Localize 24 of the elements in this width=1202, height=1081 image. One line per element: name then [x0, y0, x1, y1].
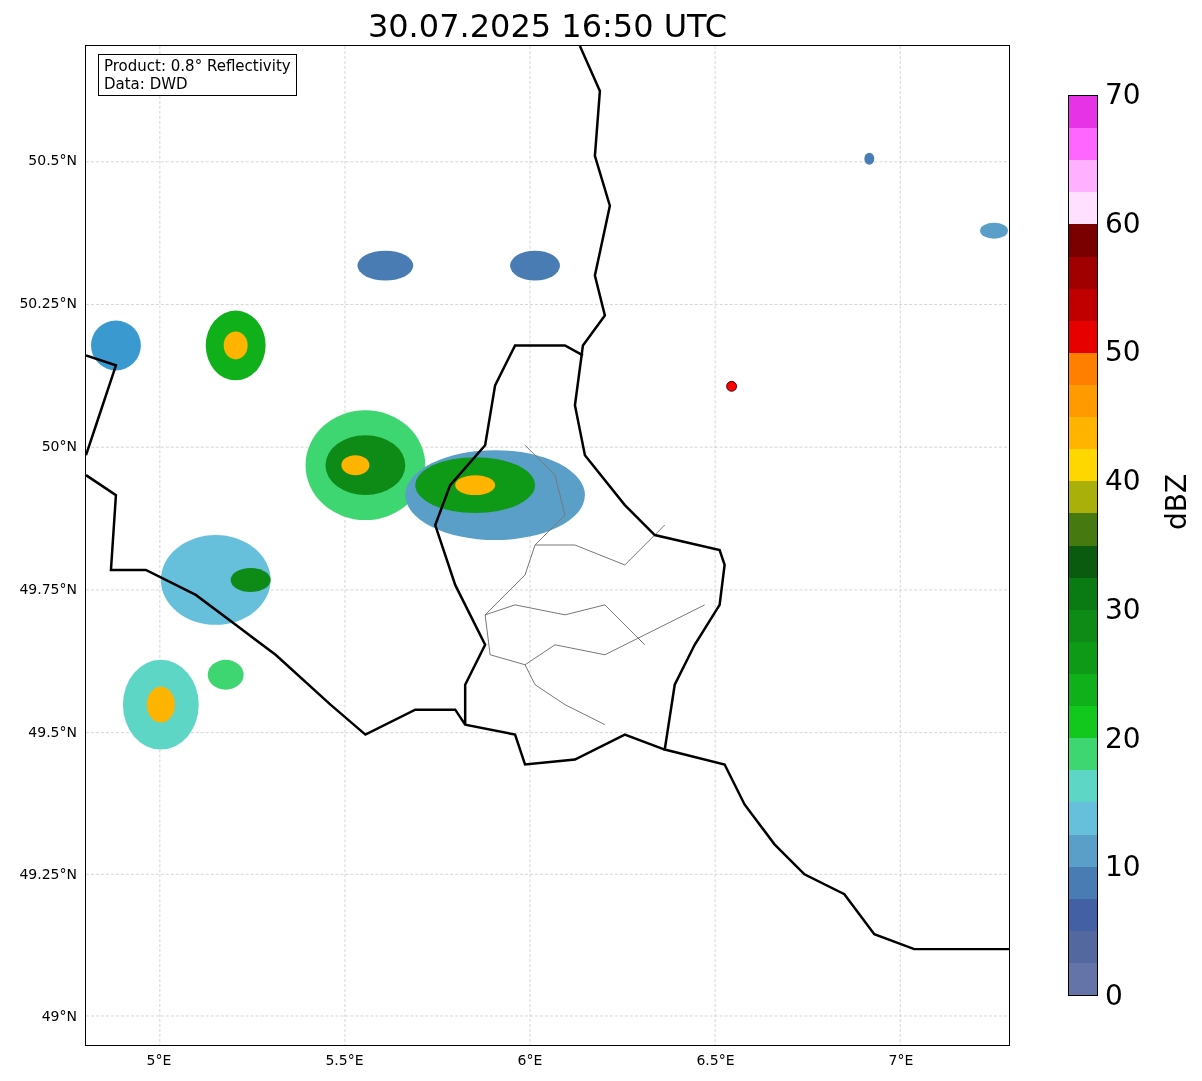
- latitude-label: 49.25°N: [19, 866, 77, 882]
- colorbar-tick-label: 0: [1105, 980, 1123, 1011]
- latitude-label: 50°N: [41, 438, 77, 454]
- colorbar-tick-label: 20: [1105, 723, 1141, 754]
- colorbar-tick-label: 60: [1105, 208, 1141, 239]
- colorbar-tick-label: 50: [1105, 337, 1141, 368]
- colorbar-label: dBZ: [1160, 472, 1193, 530]
- longitude-label: 6°E: [517, 1052, 543, 1068]
- longitude-label: 6.5°E: [696, 1052, 735, 1068]
- latitude-label: 49.75°N: [19, 581, 77, 597]
- colorbar-tick-label: 40: [1105, 466, 1141, 497]
- longitude-label: 7°E: [888, 1052, 914, 1068]
- colorbar-tick-label: 10: [1105, 852, 1141, 883]
- latitude-label: 49.5°N: [28, 724, 77, 740]
- info-text: Data: DWD: [104, 75, 189, 93]
- latitude-label: 50.25°N: [19, 295, 77, 311]
- latitude-label: 50.5°N: [28, 152, 77, 168]
- colorbar-tick-label: 70: [1105, 80, 1141, 110]
- longitude-label: 5.5°E: [325, 1052, 364, 1068]
- latitude-label: 49°N: [41, 1008, 77, 1024]
- info-text: Product: 0.8° Reflectivity: [104, 57, 291, 75]
- colorbar-tick-label: 30: [1105, 594, 1141, 625]
- longitude-label: 5°E: [146, 1052, 172, 1068]
- chart-title: 30.07.2025 16:50 UTC: [366, 6, 729, 45]
